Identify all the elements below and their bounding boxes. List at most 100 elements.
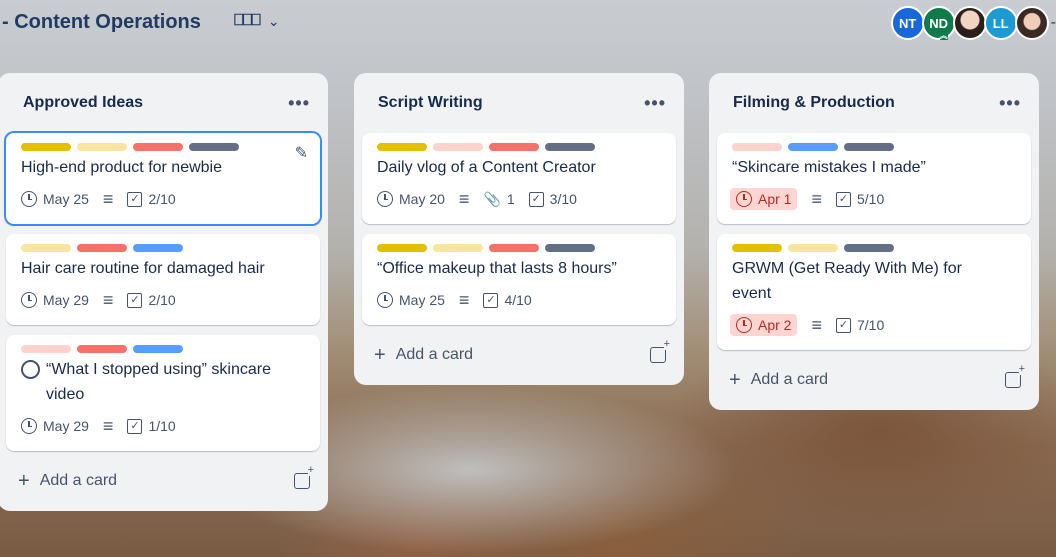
checkbox-icon: ✓ <box>528 191 544 207</box>
add-card-label: Add a card <box>39 472 118 489</box>
checklist-badge: ✓ 2/10 <box>127 191 176 207</box>
description-badge: ≡ <box>103 291 114 309</box>
card-label[interactable] <box>545 143 595 151</box>
card[interactable]: “Skincare mistakes I made” Apr 1 ≡ ✓ 5/1… <box>717 133 1031 224</box>
due-date-badge[interactable]: May 25 <box>377 292 445 308</box>
card-template-icon[interactable] <box>650 339 670 363</box>
card-label[interactable] <box>433 143 483 151</box>
clock-icon <box>377 191 393 207</box>
clock-icon <box>21 191 37 207</box>
card-label[interactable] <box>489 143 539 151</box>
list-title[interactable]: Filming & Production <box>733 94 895 112</box>
add-card-button[interactable]: + Add a card <box>374 345 473 365</box>
due-date-text: May 29 <box>43 292 89 308</box>
complete-circle-icon[interactable] <box>21 360 40 379</box>
card-title: GRWM (Get Ready With Me) for event <box>732 260 962 302</box>
card-labels <box>377 244 662 252</box>
card-label[interactable] <box>788 244 838 252</box>
list-menu-button[interactable]: ••• <box>999 93 1021 114</box>
checkbox-icon: ✓ <box>127 418 143 434</box>
add-card-label: Add a card <box>395 346 474 363</box>
card[interactable]: Hair care routine for damaged hair May 2… <box>6 234 320 325</box>
add-card-button[interactable]: + Add a card <box>729 370 828 390</box>
chevron-down-icon: ⌄ <box>267 12 280 29</box>
list-title[interactable]: Script Writing <box>378 94 483 112</box>
card-label[interactable] <box>189 143 239 151</box>
checkbox-icon: ✓ <box>127 292 143 308</box>
description-badge: ≡ <box>459 190 470 208</box>
card[interactable]: Daily vlog of a Content Creator May 20 ≡… <box>362 133 676 224</box>
add-card-button[interactable]: + Add a card <box>18 471 117 491</box>
card-label[interactable] <box>844 143 894 151</box>
add-card-label: Add a card <box>750 371 829 388</box>
board-title[interactable]: - Content Operations <box>2 11 201 34</box>
card-title: Hair care routine for damaged hair <box>21 260 265 277</box>
card-badges: May 29 ≡ ✓ 1/10 <box>21 413 306 439</box>
card-label[interactable] <box>21 345 71 353</box>
plus-icon: + <box>729 369 741 391</box>
card-label[interactable] <box>377 244 427 252</box>
card-label[interactable] <box>732 244 782 252</box>
card-labels <box>21 244 306 252</box>
view-switcher[interactable]: ⎕⎕⎕ ⌄ <box>234 12 280 30</box>
avatar[interactable] <box>952 6 987 40</box>
card-label[interactable] <box>133 143 183 151</box>
overdue-date-badge[interactable]: Apr 1 <box>730 188 798 210</box>
board-members: NT ND ︽ LL - <box>890 6 1056 40</box>
card-template-icon[interactable] <box>1005 364 1025 388</box>
description-icon: ≡ <box>102 416 114 436</box>
card-label[interactable] <box>21 244 71 252</box>
checklist-badge: ✓ 2/10 <box>127 292 176 308</box>
card-label[interactable] <box>788 143 838 151</box>
card-label[interactable] <box>844 244 894 252</box>
card-label[interactable] <box>133 244 183 252</box>
avatar[interactable] <box>1014 6 1049 40</box>
list-title[interactable]: Approved Ideas <box>23 94 143 112</box>
description-badge: ≡ <box>811 190 822 208</box>
card-label[interactable] <box>732 143 782 151</box>
due-date-text: Apr 2 <box>758 317 792 333</box>
card[interactable]: “Office makeup that lasts 8 hours” May 2… <box>362 234 676 325</box>
list-menu-button[interactable]: ••• <box>288 93 310 114</box>
checklist-count: 7/10 <box>856 317 885 333</box>
card-label[interactable] <box>377 143 427 151</box>
card-label[interactable] <box>21 143 71 151</box>
due-date-badge[interactable]: May 29 <box>21 418 89 434</box>
card[interactable]: GRWM (Get Ready With Me) for event Apr 2… <box>717 234 1031 350</box>
card-label[interactable] <box>433 244 483 252</box>
card-labels <box>377 143 662 151</box>
card-label[interactable] <box>489 244 539 252</box>
list-menu-button[interactable]: ••• <box>644 93 666 114</box>
due-date-text: Apr 1 <box>758 191 792 207</box>
admin-chevron-icon: ︽ <box>939 31 948 40</box>
due-date-badge[interactable]: May 29 <box>21 292 89 308</box>
overdue-date-badge[interactable]: Apr 2 <box>730 314 798 336</box>
avatar[interactable]: ND ︽ <box>921 6 956 40</box>
card-template-icon[interactable] <box>294 465 314 489</box>
due-date-text: May 20 <box>399 191 445 207</box>
card-labels <box>21 345 306 353</box>
avatar[interactable]: NT <box>890 6 925 40</box>
list-filming-production: Filming & Production ••• “Skincare mista… <box>709 73 1039 410</box>
card[interactable]: ✎ High-end product for newbie May 25 ≡ ✓… <box>6 133 320 224</box>
checkbox-icon: ✓ <box>127 191 143 207</box>
pencil-icon[interactable]: ✎ <box>295 143 308 163</box>
checklist-badge: ✓ 5/10 <box>835 191 884 207</box>
card-label[interactable] <box>77 244 127 252</box>
card-label[interactable] <box>77 345 127 353</box>
description-icon: ≡ <box>811 315 822 335</box>
description-badge: ≡ <box>811 315 822 335</box>
due-date-badge[interactable]: May 25 <box>21 191 89 207</box>
description-icon: ≡ <box>102 189 114 209</box>
checkbox-icon: ✓ <box>483 292 499 308</box>
description-badge: ≡ <box>102 189 114 209</box>
avatar[interactable]: LL <box>983 6 1018 40</box>
card-label[interactable] <box>545 244 595 252</box>
card-label[interactable] <box>133 345 183 353</box>
card-title: High-end product for newbie <box>21 159 223 176</box>
card-label[interactable] <box>77 143 127 151</box>
card[interactable]: “What I stopped using” skincare video Ma… <box>6 335 320 451</box>
due-date-badge[interactable]: May 20 <box>377 191 445 207</box>
board-view-icon: ⎕⎕⎕ <box>234 12 261 29</box>
card-list: ✎ High-end product for newbie May 25 ≡ ✓… <box>0 133 328 451</box>
